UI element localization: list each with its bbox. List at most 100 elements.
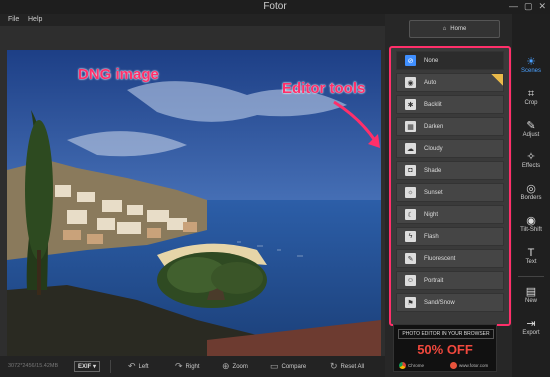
home-button[interactable]: ⌂ Home <box>409 20 500 38</box>
scene-label: Darken <box>424 123 444 130</box>
scene-label: Portrait <box>424 277 444 284</box>
fotor-logo-icon <box>450 362 457 369</box>
scene-label: Cloudy <box>424 145 443 152</box>
annotation-editor-tools: Editor tools <box>282 80 366 97</box>
menu-file[interactable]: File <box>8 16 19 23</box>
crop-icon: ⌗ <box>527 88 535 100</box>
fluorescent-icon: ✎ <box>405 253 416 264</box>
work-area: DNG image Editor tools <box>0 26 385 356</box>
reset-all-label: Reset All <box>340 363 365 370</box>
bottom-toolbar: 3072*2456/15.42MB EXIF ▾ ↶ Left ↷ Right … <box>0 356 385 377</box>
scene-label: None <box>424 57 439 64</box>
promo-banner[interactable]: PHOTO EDITOR IN YOUR BROWSER 50% OFF Chr… <box>393 324 497 372</box>
zoom-label: Zoom <box>232 363 248 370</box>
scene-fluorescent[interactable]: ✎ Fluorescent <box>396 249 504 268</box>
reset-icon: ↻ <box>330 361 338 371</box>
image-info: 3072*2456/15.42MB <box>8 363 59 369</box>
tool-crop[interactable]: ⌗ Crop <box>512 82 550 112</box>
cloudy-icon: ☁ <box>405 143 416 154</box>
scene-label: Shade <box>424 167 442 174</box>
promo-site-label: www.fotor.com <box>459 363 489 368</box>
scene-cloudy[interactable]: ☁ Cloudy <box>396 139 504 158</box>
tool-label: Borders <box>520 195 542 201</box>
sand-snow-icon: ⚑ <box>405 297 416 308</box>
scene-backlit[interactable]: ✱ Backlit <box>396 95 504 114</box>
tool-label: Text <box>525 259 537 265</box>
scenes-icon: ☀ <box>526 56 536 68</box>
tool-effects[interactable]: ✧ Effects <box>512 145 550 175</box>
maximize-button[interactable]: ▢ <box>524 1 533 12</box>
exif-button[interactable]: EXIF ▾ <box>74 361 101 372</box>
export-icon: ⇥ <box>526 318 536 330</box>
menu-bar: File Help <box>0 14 385 26</box>
sunset-icon: ☼ <box>405 187 416 198</box>
tilt-shift-icon: ◉ <box>526 215 536 227</box>
none-icon: ⊘ <box>405 55 416 66</box>
scene-sunset[interactable]: ☼ Sunset <box>396 183 504 202</box>
window-controls: — ▢ ✕ <box>509 1 546 12</box>
effects-icon: ✧ <box>526 151 536 163</box>
compare-button[interactable]: ▭ Compare <box>270 361 306 372</box>
backlit-icon: ✱ <box>405 99 416 110</box>
tool-scenes[interactable]: ☀ Scenes <box>512 50 550 80</box>
scene-darken[interactable]: ▦ Darken <box>396 117 504 136</box>
home-label: Home <box>450 26 467 32</box>
menu-help[interactable]: Help <box>28 16 42 23</box>
chrome-icon <box>399 362 406 369</box>
tool-label: Tilt-Shift <box>520 227 542 233</box>
title-bar: Fotor — ▢ ✕ <box>0 0 550 14</box>
scene-label: Flash <box>424 233 439 240</box>
new-icon: ▤ <box>525 286 537 298</box>
tool-export[interactable]: ⇥ Export <box>512 312 550 342</box>
scene-auto[interactable]: ◉ Auto <box>396 73 504 92</box>
tool-new[interactable]: ▤ New <box>512 280 550 310</box>
rotate-left-button[interactable]: ↶ Left <box>128 361 149 372</box>
scene-none[interactable]: ⊘ None <box>396 51 504 70</box>
scene-shade[interactable]: ◘ Shade <box>396 161 504 180</box>
scene-flash[interactable]: ϟ Flash <box>396 227 504 246</box>
tool-text[interactable]: T Text <box>512 241 550 271</box>
auto-icon: ◉ <box>405 77 416 88</box>
tool-label: Adjust <box>522 132 540 138</box>
night-icon: ☾ <box>405 209 416 220</box>
compare-label: Compare <box>281 363 307 370</box>
reset-all-button[interactable]: ↻ Reset All <box>330 361 364 372</box>
window-title: Fotor <box>263 1 287 12</box>
annotation-dng-image: DNG image <box>78 66 159 83</box>
promo-browser: Chrome <box>399 362 424 369</box>
scene-label: Auto <box>424 79 437 86</box>
scene-list: ⊘ None ◉ Auto ✱ Backlit ▦ Darken ☁ Cloud… <box>389 46 511 326</box>
rotate-right-button[interactable]: ↷ Right <box>175 361 200 372</box>
scenes-panel: ⌂ Home ⊘ None ◉ Auto ✱ Backlit ▦ Darken … <box>385 14 512 377</box>
promo-headline: PHOTO EDITOR IN YOUR BROWSER <box>398 329 494 339</box>
zoom-button[interactable]: ⊕ Zoom <box>222 361 248 372</box>
divider <box>518 276 544 277</box>
home-icon: ⌂ <box>442 26 447 32</box>
tool-label: Scenes <box>520 68 541 74</box>
rotate-left-icon: ↶ <box>128 361 136 371</box>
tool-borders[interactable]: ◎ Borders <box>512 177 550 207</box>
scene-portrait[interactable]: ☺ Portrait <box>396 271 504 290</box>
close-button[interactable]: ✕ <box>538 1 546 12</box>
compare-icon: ▭ <box>270 361 279 371</box>
promo-browser-label: Chrome <box>408 363 425 368</box>
annotation-arrow-icon <box>333 100 380 148</box>
flash-icon: ϟ <box>405 231 416 242</box>
borders-icon: ◎ <box>526 183 536 195</box>
scene-label: Night <box>424 211 439 218</box>
promo-offer: 50% OFF <box>417 342 473 357</box>
tool-strip: ☀ Scenes ⌗ Crop ✎ Adjust ✧ Effects ◎ Bor… <box>512 14 550 377</box>
tool-tilt-shift[interactable]: ◉ Tilt-Shift <box>512 209 550 239</box>
darken-icon: ▦ <box>405 121 416 132</box>
scene-label: Backlit <box>424 101 442 108</box>
tool-adjust[interactable]: ✎ Adjust <box>512 114 550 144</box>
scene-label: Sand/Snow <box>424 299 455 306</box>
promo-site: www.fotor.com <box>450 362 488 369</box>
tool-label: Export <box>522 330 540 336</box>
premium-badge-icon <box>491 74 503 86</box>
scene-night[interactable]: ☾ Night <box>396 205 504 224</box>
minimize-button[interactable]: — <box>509 1 518 12</box>
shade-icon: ◘ <box>405 165 416 176</box>
scene-sand-snow[interactable]: ⚑ Sand/Snow <box>396 293 504 312</box>
scene-label: Sunset <box>424 189 443 196</box>
